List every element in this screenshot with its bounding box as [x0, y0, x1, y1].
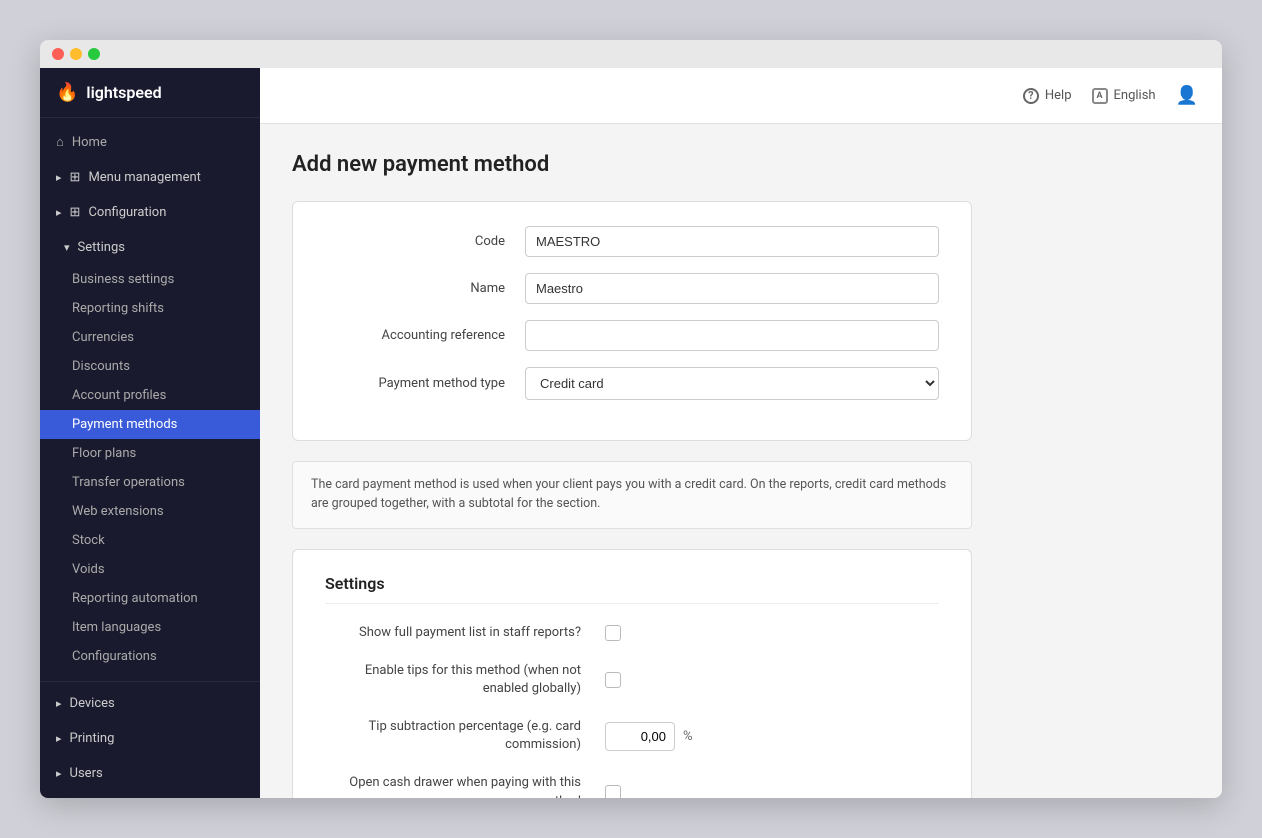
name-control	[525, 273, 939, 304]
code-input[interactable]	[525, 226, 939, 257]
language-icon: A	[1092, 88, 1108, 104]
sidebar-sub-account-profiles[interactable]: Account profiles	[40, 381, 260, 410]
sidebar-item-home[interactable]: ⌂ Home	[40, 124, 260, 160]
settings-caret: ▾	[64, 241, 70, 254]
sidebar-sub-transfer-operations[interactable]: Transfer operations	[40, 468, 260, 497]
tip-unit: %	[683, 729, 693, 744]
config-icon: ⊞	[70, 205, 81, 220]
tip-subtraction-input[interactable]	[605, 722, 675, 751]
sidebar-sub-currencies[interactable]: Currencies	[40, 323, 260, 352]
enable-tips-row: Enable tips for this method (when not en…	[325, 662, 939, 698]
open-cash-drawer-control	[605, 785, 621, 798]
accounting-row: Accounting reference	[325, 320, 939, 351]
code-row: Code	[325, 226, 939, 257]
main-content: ? Help A English 👤 Add new payment metho…	[260, 68, 1222, 798]
help-label: Help	[1045, 88, 1072, 103]
topbar: ? Help A English 👤	[260, 68, 1222, 124]
menu-mgmt-icon: ⊞	[70, 170, 81, 185]
sidebar-item-users[interactable]: ▸ Users	[40, 756, 260, 791]
sidebar-item-hardware[interactable]: ▸ Hardware	[40, 791, 260, 798]
printing-caret: ▸	[56, 732, 62, 745]
sidebar-sub-business-settings[interactable]: Business settings	[40, 265, 260, 294]
name-label: Name	[325, 281, 525, 296]
open-cash-drawer-row: Open cash drawer when paying with this m…	[325, 774, 939, 798]
devices-label: Devices	[70, 696, 115, 711]
name-input[interactable]	[525, 273, 939, 304]
show-full-payment-checkbox[interactable]	[605, 625, 621, 641]
tip-subtraction-control: %	[605, 722, 693, 751]
sidebar-sub-discounts[interactable]: Discounts	[40, 352, 260, 381]
sidebar-sub-payment-methods[interactable]: Payment methods	[40, 410, 260, 439]
show-full-payment-label: Show full payment list in staff reports?	[325, 624, 605, 642]
users-caret: ▸	[56, 767, 62, 780]
show-full-payment-control	[605, 625, 621, 641]
users-label: Users	[70, 766, 103, 781]
settings-card: Settings Show full payment list in staff…	[292, 549, 972, 799]
logo[interactable]: 🔥 lightspeed	[40, 68, 260, 118]
user-icon: 👤	[1176, 85, 1198, 106]
sidebar-sub-web-extensions[interactable]: Web extensions	[40, 497, 260, 526]
settings-label: Settings	[78, 240, 125, 255]
info-box: The card payment method is used when you…	[292, 461, 972, 529]
form-card: Code Name Accounting reference	[292, 201, 972, 441]
accounting-input[interactable]	[525, 320, 939, 351]
config-label: Configuration	[88, 205, 166, 220]
sidebar-sub-reporting-automation[interactable]: Reporting automation	[40, 584, 260, 613]
open-cash-drawer-checkbox[interactable]	[605, 785, 621, 798]
enable-tips-checkbox[interactable]	[605, 672, 621, 688]
home-icon: ⌂	[56, 134, 64, 150]
payment-type-row: Payment method type Credit card Cash Deb…	[325, 367, 939, 400]
page-title: Add new payment method	[292, 152, 1190, 177]
payment-type-label: Payment method type	[325, 376, 525, 391]
payment-type-control: Credit card Cash Debit card Gift card Ot…	[525, 367, 939, 400]
sidebar-item-configuration[interactable]: ▸ ⊞ Configuration	[40, 195, 260, 230]
settings-section-title: Settings	[325, 574, 939, 604]
accounting-label: Accounting reference	[325, 328, 525, 343]
sidebar-item-menu-management[interactable]: ▸ ⊞ Menu management	[40, 160, 260, 195]
sidebar-sub-stock[interactable]: Stock	[40, 526, 260, 555]
accounting-control	[525, 320, 939, 351]
content-area: Add new payment method Code Name	[260, 124, 1222, 798]
logo-icon: 🔥	[56, 82, 78, 103]
sidebar-home-label: Home	[72, 135, 107, 150]
sidebar-item-printing[interactable]: ▸ Printing	[40, 721, 260, 756]
enable-tips-control	[605, 672, 621, 688]
config-caret: ▸	[56, 206, 62, 219]
code-label: Code	[325, 234, 525, 249]
sidebar-sub-voids[interactable]: Voids	[40, 555, 260, 584]
sidebar: 🔥 lightspeed ⌂ Home ▸ ⊞ Menu management …	[40, 68, 260, 798]
sidebar-sub-floor-plans[interactable]: Floor plans	[40, 439, 260, 468]
sidebar-sub-item-languages[interactable]: Item languages	[40, 613, 260, 642]
sidebar-sub-reporting-shifts[interactable]: Reporting shifts	[40, 294, 260, 323]
help-button[interactable]: ? Help	[1023, 88, 1072, 104]
sidebar-item-devices[interactable]: ▸ Devices	[40, 686, 260, 721]
menu-mgmt-label: Menu management	[88, 170, 200, 185]
show-full-payment-row: Show full payment list in staff reports?	[325, 624, 939, 642]
printing-label: Printing	[70, 731, 115, 746]
tip-subtraction-row: Tip subtraction percentage (e.g. card co…	[325, 718, 939, 754]
user-avatar[interactable]: 👤	[1176, 85, 1198, 106]
code-control	[525, 226, 939, 257]
devices-caret: ▸	[56, 697, 62, 710]
tip-subtraction-label: Tip subtraction percentage (e.g. card co…	[325, 718, 605, 754]
menu-icon: ▸	[56, 171, 62, 184]
enable-tips-label: Enable tips for this method (when not en…	[325, 662, 605, 698]
info-text: The card payment method is used when you…	[311, 477, 946, 511]
language-label: English	[1114, 88, 1156, 103]
sidebar-item-settings[interactable]: ▾ Settings	[40, 230, 260, 265]
help-icon: ?	[1023, 88, 1039, 104]
name-row: Name	[325, 273, 939, 304]
sidebar-sub-configurations[interactable]: Configurations	[40, 642, 260, 671]
language-selector[interactable]: A English	[1092, 88, 1156, 104]
logo-text: lightspeed	[86, 83, 161, 102]
open-cash-drawer-label: Open cash drawer when paying with this m…	[325, 774, 605, 798]
payment-type-select[interactable]: Credit card Cash Debit card Gift card Ot…	[525, 367, 939, 400]
